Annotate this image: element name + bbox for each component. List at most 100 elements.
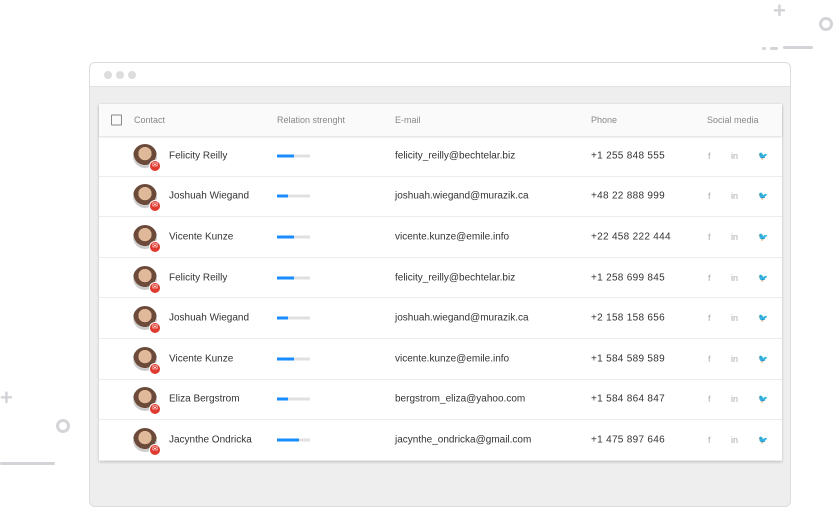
relation-strength-bar bbox=[277, 154, 310, 158]
contact-name[interactable]: Felicity Reilly bbox=[169, 272, 227, 283]
mail-badge-icon: ✉ bbox=[149, 403, 161, 416]
phone-number: +1 584 589 589 bbox=[591, 353, 665, 365]
twitter-icon[interactable]: 🐦 bbox=[758, 435, 768, 444]
window-close-button[interactable] bbox=[104, 70, 112, 79]
mail-badge-icon: ✉ bbox=[149, 443, 161, 456]
mail-badge-icon: ✉ bbox=[149, 159, 161, 172]
contact-name[interactable]: Jacynthe Ondricka bbox=[169, 434, 252, 445]
email-link[interactable]: felicity_reilly@bechtelar.biz bbox=[395, 272, 515, 283]
relation-strength-fill bbox=[277, 438, 300, 442]
header-contact[interactable]: Contact bbox=[134, 115, 165, 125]
table-row[interactable]: ✉ Joshuah Wiegand joshuah.wiegand@murazi… bbox=[99, 298, 782, 339]
linkedin-icon[interactable]: in bbox=[731, 313, 738, 323]
relation-strength-fill bbox=[277, 154, 294, 158]
email-link[interactable]: bergstrom_eliza@yahoo.com bbox=[395, 394, 525, 405]
avatar: ✉ bbox=[133, 387, 161, 416]
relation-strength-bar bbox=[277, 438, 310, 442]
phone-number: +2 158 158 656 bbox=[591, 312, 665, 324]
relation-strength-bar bbox=[277, 397, 310, 401]
facebook-icon[interactable]: f bbox=[708, 273, 711, 283]
linkedin-icon[interactable]: in bbox=[731, 191, 738, 201]
phone-number: +1 475 897 646 bbox=[591, 434, 665, 446]
facebook-icon[interactable]: f bbox=[708, 151, 711, 161]
relation-strength-fill bbox=[277, 357, 294, 361]
table-row[interactable]: ✉ Vicente Kunze vicente.kunze@emile.info… bbox=[99, 217, 782, 258]
avatar: ✉ bbox=[133, 306, 161, 335]
table-row[interactable]: ✉ Joshuah Wiegand joshuah.wiegand@murazi… bbox=[99, 177, 782, 218]
header-social: Social media bbox=[707, 115, 759, 125]
window-titlebar bbox=[90, 63, 790, 87]
twitter-icon[interactable]: 🐦 bbox=[758, 151, 768, 160]
table-row[interactable]: ✉ Felicity Reilly felicity_reilly@bechte… bbox=[99, 258, 782, 299]
mail-badge-icon: ✉ bbox=[149, 240, 161, 253]
header-email[interactable]: E-mail bbox=[395, 115, 421, 125]
header-phone[interactable]: Phone bbox=[591, 115, 617, 125]
linkedin-icon[interactable]: in bbox=[731, 232, 738, 242]
relation-strength-fill bbox=[277, 194, 288, 198]
email-link[interactable]: vicente.kunze@emile.info bbox=[395, 353, 509, 364]
mail-badge-icon: ✉ bbox=[149, 322, 161, 335]
email-link[interactable]: felicity_reilly@bechtelar.biz bbox=[395, 150, 515, 161]
ring-decoration bbox=[819, 17, 833, 31]
relation-strength-bar bbox=[277, 357, 310, 361]
table-row[interactable]: ✉ Jacynthe Ondricka jacynthe_ondricka@gm… bbox=[99, 420, 782, 461]
linkedin-icon[interactable]: in bbox=[731, 394, 738, 404]
relation-strength-bar bbox=[277, 235, 310, 239]
avatar: ✉ bbox=[133, 346, 161, 375]
contact-name[interactable]: Joshuah Wiegand bbox=[169, 191, 249, 202]
relation-strength-bar bbox=[277, 194, 310, 198]
email-link[interactable]: jacynthe_ondricka@gmail.com bbox=[395, 434, 531, 445]
linkedin-icon[interactable]: in bbox=[731, 151, 738, 161]
mail-badge-icon: ✉ bbox=[149, 281, 161, 294]
contacts-table: Contact Relation strenght E-mail Phone S… bbox=[99, 104, 782, 461]
relation-strength-bar bbox=[277, 276, 310, 280]
phone-number: +48 22 888 999 bbox=[591, 190, 665, 202]
contact-name[interactable]: Eliza Bergstrom bbox=[169, 394, 240, 405]
avatar: ✉ bbox=[133, 224, 161, 253]
phone-number: +1 584 864 847 bbox=[591, 393, 665, 405]
twitter-icon[interactable]: 🐦 bbox=[758, 354, 768, 363]
table-row[interactable]: ✉ Vicente Kunze vicente.kunze@emile.info… bbox=[99, 339, 782, 380]
mail-badge-icon: ✉ bbox=[149, 362, 161, 375]
contact-name[interactable]: Vicente Kunze bbox=[169, 353, 233, 364]
twitter-icon[interactable]: 🐦 bbox=[758, 192, 768, 201]
table-header: Contact Relation strenght E-mail Phone S… bbox=[99, 104, 782, 136]
table-row[interactable]: ✉ Felicity Reilly felicity_reilly@bechte… bbox=[99, 136, 782, 177]
relation-strength-fill bbox=[277, 276, 294, 280]
phone-number: +1 255 848 555 bbox=[591, 150, 665, 162]
relation-strength-bar bbox=[277, 316, 310, 320]
twitter-icon[interactable]: 🐦 bbox=[758, 395, 768, 404]
facebook-icon[interactable]: f bbox=[708, 394, 711, 404]
contact-name[interactable]: Joshuah Wiegand bbox=[169, 313, 249, 324]
facebook-icon[interactable]: f bbox=[708, 191, 711, 201]
relation-strength-fill bbox=[277, 235, 294, 239]
table-row[interactable]: ✉ Eliza Bergstrom bergstrom_eliza@yahoo.… bbox=[99, 380, 782, 421]
avatar: ✉ bbox=[133, 427, 161, 456]
contact-name[interactable]: Vicente Kunze bbox=[169, 231, 233, 242]
linkedin-icon[interactable]: in bbox=[731, 435, 738, 445]
window-minimize-button[interactable] bbox=[116, 70, 124, 79]
twitter-icon[interactable]: 🐦 bbox=[758, 232, 768, 241]
facebook-icon[interactable]: f bbox=[708, 232, 711, 242]
phone-number: +22 458 222 444 bbox=[591, 231, 671, 243]
select-all-checkbox[interactable] bbox=[111, 114, 122, 126]
email-link[interactable]: joshuah.wiegand@murazik.ca bbox=[395, 313, 529, 324]
linkedin-icon[interactable]: in bbox=[731, 354, 738, 364]
ring-decoration bbox=[56, 419, 70, 433]
twitter-icon[interactable]: 🐦 bbox=[758, 273, 768, 282]
twitter-icon[interactable]: 🐦 bbox=[758, 314, 768, 323]
app-window: Contact Relation strenght E-mail Phone S… bbox=[89, 62, 791, 507]
plus-decoration: + bbox=[0, 385, 13, 410]
window-maximize-button[interactable] bbox=[128, 70, 136, 79]
avatar: ✉ bbox=[133, 143, 161, 172]
facebook-icon[interactable]: f bbox=[708, 313, 711, 323]
contact-name[interactable]: Felicity Reilly bbox=[169, 150, 227, 161]
facebook-icon[interactable]: f bbox=[708, 354, 711, 364]
header-relation[interactable]: Relation strenght bbox=[277, 115, 345, 125]
phone-number: +1 258 699 845 bbox=[591, 272, 665, 284]
email-link[interactable]: vicente.kunze@emile.info bbox=[395, 231, 509, 242]
email-link[interactable]: joshuah.wiegand@murazik.ca bbox=[395, 191, 529, 202]
relation-strength-fill bbox=[277, 397, 288, 401]
facebook-icon[interactable]: f bbox=[708, 435, 711, 445]
linkedin-icon[interactable]: in bbox=[731, 273, 738, 283]
